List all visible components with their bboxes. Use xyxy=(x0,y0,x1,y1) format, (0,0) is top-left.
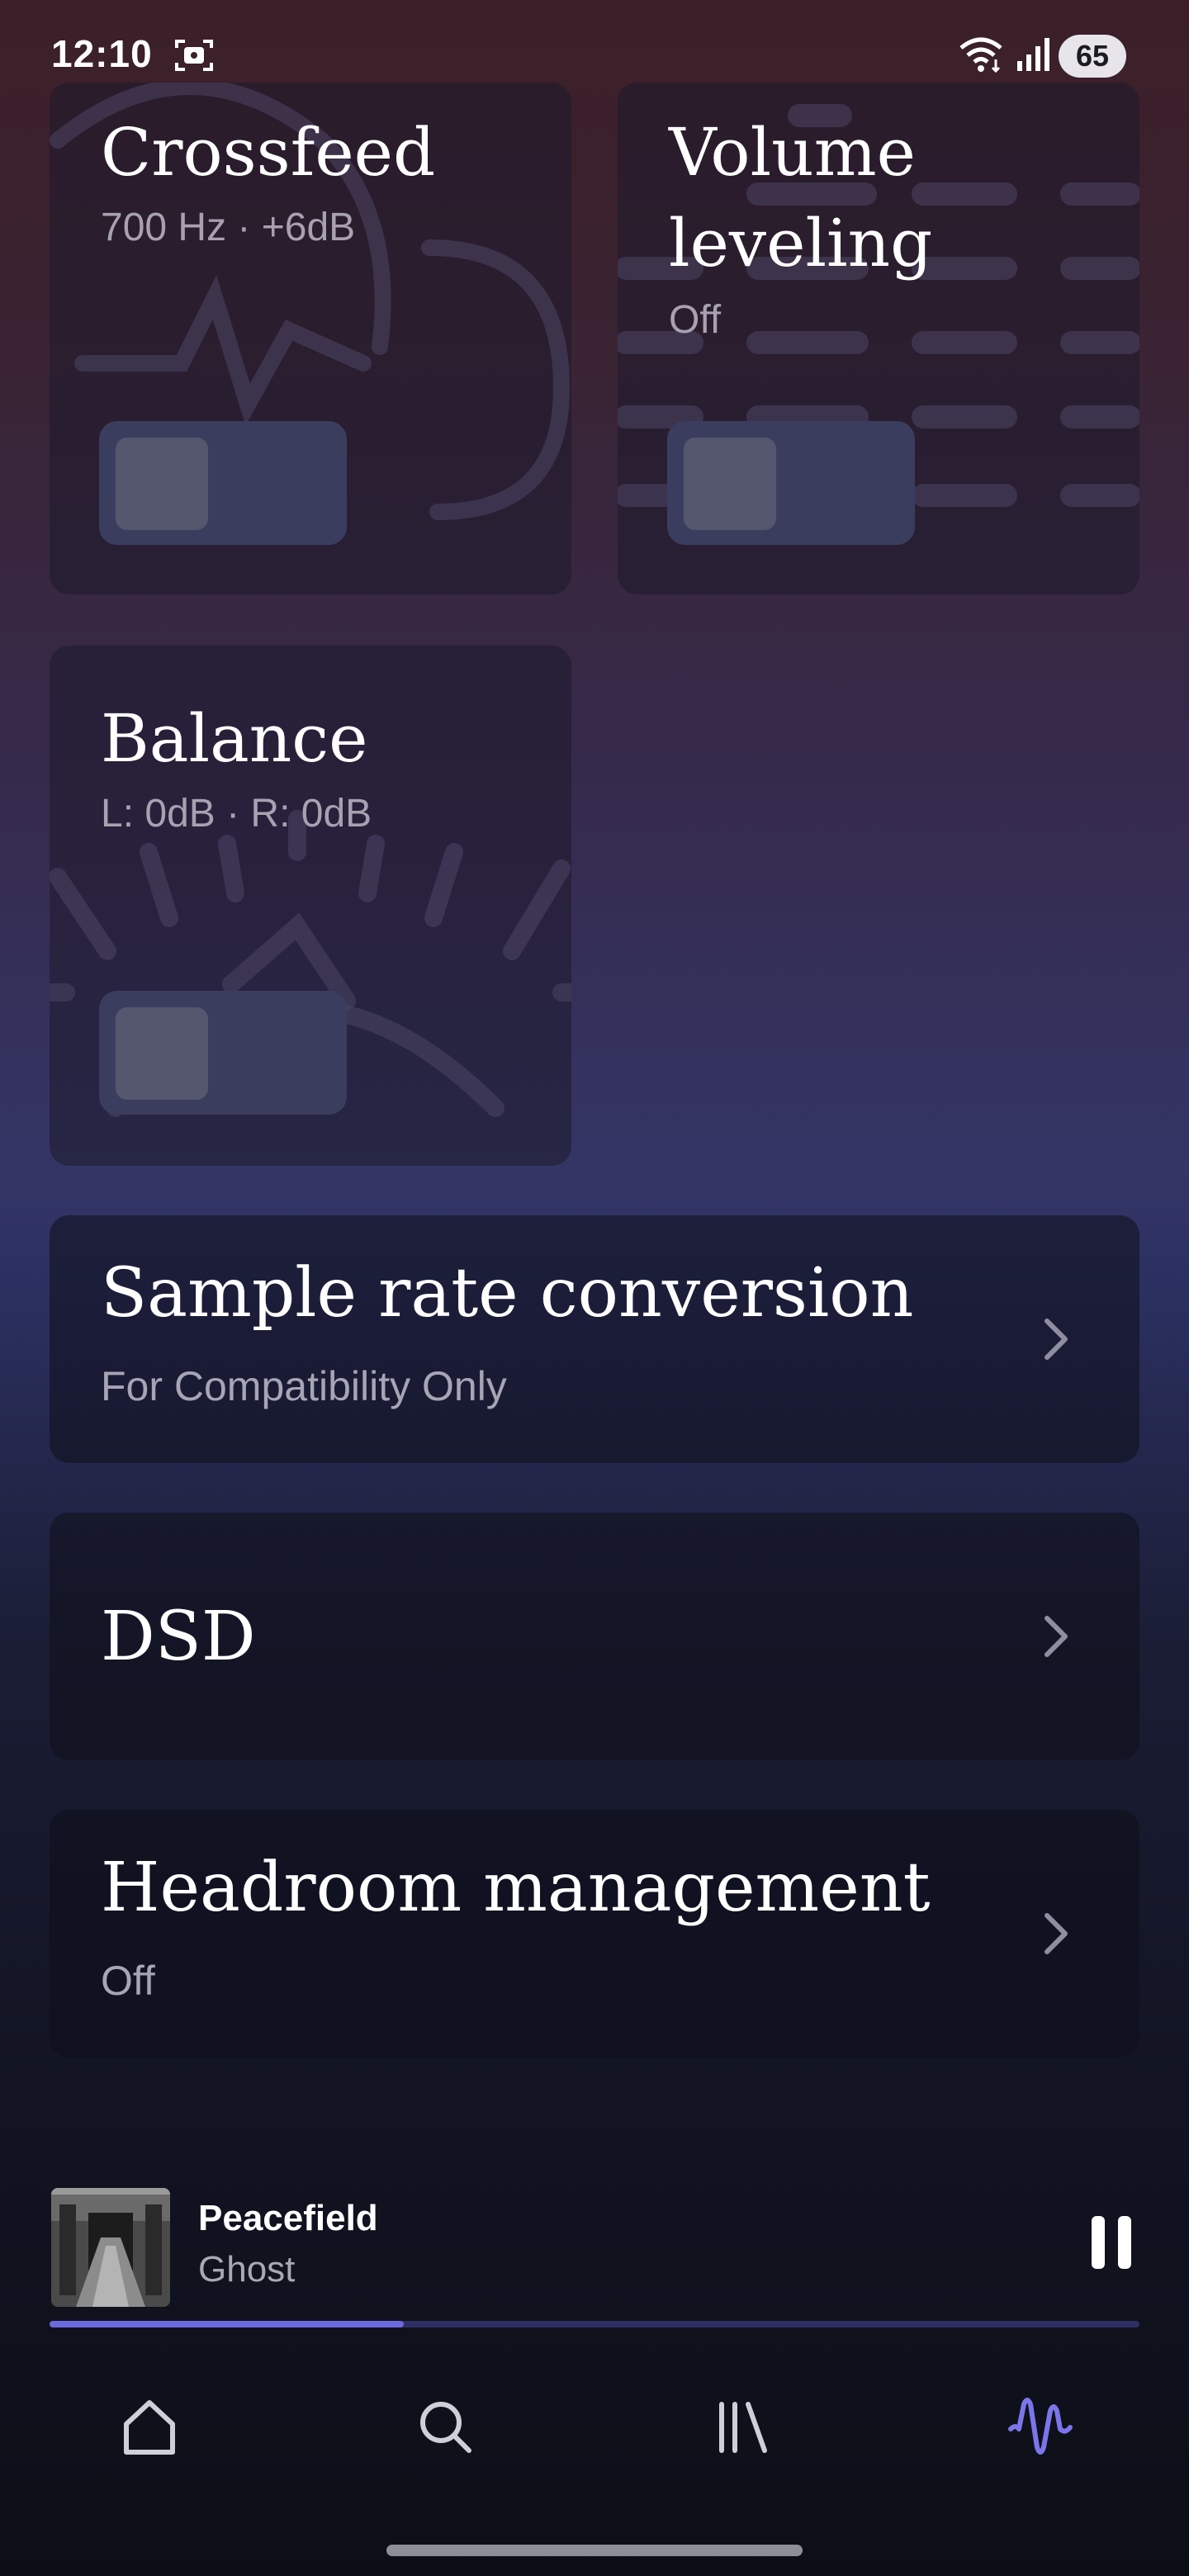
dsd-title: DSD xyxy=(101,1598,256,1676)
album-art-image xyxy=(51,2188,170,2307)
chevron-right-icon xyxy=(1045,1319,1068,1360)
balance-subtitle: L: 0dB · R: 0dB xyxy=(101,792,372,836)
headroom-management-title: Headroom management xyxy=(101,1849,931,1927)
headroom-management-subtitle: Off xyxy=(101,1958,155,2004)
balance-toggle[interactable] xyxy=(99,991,347,1115)
audio-settings-icon[interactable] xyxy=(1007,2394,1073,2460)
album-art[interactable] xyxy=(51,2188,170,2307)
signal-icon xyxy=(1017,38,1049,71)
pause-icon-bar-left xyxy=(1092,2216,1105,2269)
crossfeed-toggle[interactable] xyxy=(99,421,347,545)
pause-icon-bar-right xyxy=(1118,2216,1131,2269)
crossfeed-toggle-knob xyxy=(116,438,208,530)
sample-rate-conversion-subtitle: For Compatibility Only xyxy=(101,1363,507,1409)
chevron-right-icon xyxy=(1045,1913,1068,1954)
battery-indicator: 65 xyxy=(1059,35,1126,78)
sample-rate-conversion-card[interactable]: Sample rate conversion For Compatibility… xyxy=(50,1215,1139,1463)
screen-record-icon xyxy=(175,40,213,71)
chevron-right-icon xyxy=(1045,1616,1068,1657)
volume-leveling-toggle-knob xyxy=(684,438,776,530)
mini-player[interactable] xyxy=(0,2180,1189,2345)
crossfeed-tile[interactable]: Crossfeed 700 Hz · +6dB xyxy=(50,83,571,594)
dsd-card[interactable]: DSD xyxy=(50,1513,1139,1760)
wifi-icon xyxy=(959,37,1002,73)
pause-button[interactable] xyxy=(1087,2213,1136,2272)
balance-title: Balance xyxy=(101,700,368,777)
balance-toggle-knob xyxy=(116,1007,208,1100)
volume-leveling-toggle[interactable] xyxy=(667,421,915,545)
headroom-management-card[interactable]: Headroom management Off xyxy=(50,1810,1139,2057)
playback-progress-fill xyxy=(50,2321,404,2327)
crossfeed-title: Crossfeed xyxy=(101,114,436,191)
status-time: 12:10 xyxy=(51,32,153,75)
track-title: Peacefield xyxy=(198,2198,378,2238)
sample-rate-conversion-title: Sample rate conversion xyxy=(101,1254,914,1333)
volume-leveling-title-line2: leveling xyxy=(669,205,933,282)
crossfeed-subtitle: 700 Hz · +6dB xyxy=(101,206,356,249)
search-icon[interactable] xyxy=(413,2394,479,2460)
home-icon[interactable] xyxy=(116,2394,182,2460)
volume-leveling-subtitle: Off xyxy=(669,298,722,342)
balance-tile[interactable]: Balance L: 0dB · R: 0dB xyxy=(50,646,571,1166)
playback-progress-bar[interactable] xyxy=(50,2321,1139,2327)
track-artist: Ghost xyxy=(198,2249,296,2290)
library-icon[interactable] xyxy=(710,2394,776,2460)
volume-leveling-tile[interactable]: Volume leveling Off xyxy=(618,83,1139,594)
volume-leveling-title-line1: Volume xyxy=(669,114,916,191)
home-indicator xyxy=(386,2545,803,2556)
